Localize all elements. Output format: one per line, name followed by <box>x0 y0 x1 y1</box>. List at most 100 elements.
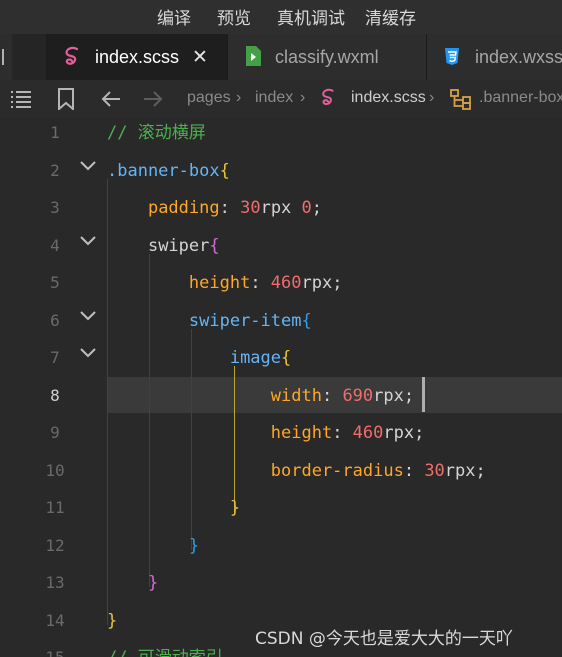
code-token: rpx; <box>383 423 425 443</box>
code-token: 30 <box>424 460 445 481</box>
code-token: 690 <box>342 385 374 406</box>
code-token: { <box>301 310 312 331</box>
line-number: 13 <box>45 573 65 592</box>
preview-button[interactable]: 预览 <box>217 4 251 29</box>
line-number: 5 <box>50 273 60 292</box>
code-token: ; <box>311 198 323 218</box>
code-line[interactable]: } <box>107 498 240 535</box>
line-number: 14 <box>45 610 65 630</box>
code-line[interactable]: width: 690rpx; <box>107 386 414 423</box>
tab-index-scss[interactable]: index.scss ✕ <box>47 34 227 80</box>
code-token: 460 <box>352 423 384 443</box>
close-icon[interactable]: ✕ <box>192 46 208 69</box>
sass-icon <box>320 88 338 113</box>
back-arrow-icon[interactable] <box>100 89 122 114</box>
outline-list-icon[interactable] <box>10 89 32 114</box>
code-line[interactable]: swiper-item{ <box>107 311 312 348</box>
breadcrumb-file[interactable]: index.scss <box>351 89 426 107</box>
code-token: { <box>219 160 230 181</box>
line-number: 12 <box>45 535 65 555</box>
code-token: swiper-item <box>188 310 302 331</box>
code-line[interactable]: swiper{ <box>107 236 220 273</box>
tab-partial[interactable] <box>0 34 12 80</box>
tab-label: index.wxss <box>475 47 562 67</box>
code-token: border-radius <box>270 460 404 481</box>
code-line[interactable]: } <box>107 611 117 648</box>
code-line[interactable]: image{ <box>107 348 291 385</box>
line-number: 1 <box>50 123 60 142</box>
code-token: // 滚动横屏 <box>107 123 206 143</box>
wxml-file-icon <box>244 45 262 72</box>
line-number: 11 <box>45 498 65 517</box>
code-token: } <box>188 535 200 556</box>
code-token: : <box>332 423 353 443</box>
code-token: } <box>107 610 118 631</box>
line-number: 4 <box>50 235 60 255</box>
css3-icon <box>443 46 461 71</box>
text-cursor <box>422 377 425 412</box>
code-token: rpx <box>260 198 302 218</box>
breadcrumb-bar: pages › index › index.scss › .banner-box <box>0 80 562 118</box>
code-token: 30 <box>240 198 261 218</box>
code-line[interactable]: // 滚动横屏 <box>107 123 206 160</box>
code-token: 460 <box>270 273 302 293</box>
code-token: rpx; <box>301 273 343 293</box>
code-line[interactable]: } <box>107 536 199 573</box>
code-line[interactable]: height: 460rpx; <box>107 423 425 460</box>
tab-label: index.scss <box>95 47 180 67</box>
code-token: rpx; <box>444 460 486 481</box>
code-token: image <box>229 348 282 368</box>
breadcrumb-separator: › <box>236 89 242 106</box>
watermark-text: CSDN @今天也是爱大大的一天吖 <box>255 629 513 649</box>
breadcrumb-pages[interactable]: pages <box>187 89 231 107</box>
symbol-class-icon <box>450 88 472 115</box>
clear-cache-button[interactable]: 清缓存 <box>365 4 416 29</box>
code-token: rpx; <box>373 385 415 406</box>
code-line[interactable]: border-radius: 30rpx; <box>107 461 486 498</box>
line-number: 9 <box>50 423 60 442</box>
code-line[interactable]: height: 460rpx; <box>107 273 343 310</box>
sass-icon <box>63 46 83 73</box>
chevron-down-icon[interactable] <box>80 309 96 327</box>
code-token: // 可滑动索引 <box>107 648 223 657</box>
code-token: .banner-box <box>107 160 220 181</box>
forward-arrow-icon[interactable] <box>142 89 164 114</box>
line-number: 10 <box>45 460 65 480</box>
chevron-down-icon[interactable] <box>80 159 96 177</box>
line-number: 7 <box>50 348 60 367</box>
top-menu-bar: 编译 预览 真机调试 清缓存 <box>0 0 562 34</box>
chevron-down-icon[interactable] <box>80 346 96 364</box>
code-line[interactable]: padding: 30rpx 0; <box>107 198 322 235</box>
editor-tab-bar: index.scss ✕ classify.wxml index.wxss <box>0 34 562 80</box>
line-number: 2 <box>50 160 60 180</box>
code-token: { <box>209 235 220 256</box>
code-token: : <box>321 385 343 406</box>
code-line[interactable]: .banner-box{ <box>107 161 230 198</box>
bookmark-icon[interactable] <box>57 88 75 115</box>
breadcrumb-symbol[interactable]: .banner-box <box>479 89 562 107</box>
device-debug-button[interactable]: 真机调试 <box>277 4 345 29</box>
code-token: : <box>219 198 241 218</box>
compile-button[interactable]: 编译 <box>157 4 191 29</box>
chevron-down-icon[interactable] <box>80 234 96 252</box>
line-number: 3 <box>50 198 60 217</box>
code-token: height <box>188 273 251 293</box>
code-token: : <box>250 273 271 293</box>
line-number: 8 <box>50 385 60 405</box>
breadcrumb-index[interactable]: index <box>255 89 293 107</box>
tab-classify-wxml[interactable]: classify.wxml <box>228 34 426 80</box>
code-line[interactable]: // 可滑动索引 <box>107 648 223 657</box>
code-token: : <box>403 460 425 481</box>
code-line[interactable]: } <box>107 573 158 610</box>
code-editor[interactable]: 123456789101112131415 // 滚动横屏.banner-box… <box>0 118 562 657</box>
tab-index-wxss[interactable]: index.wxss <box>427 34 562 80</box>
